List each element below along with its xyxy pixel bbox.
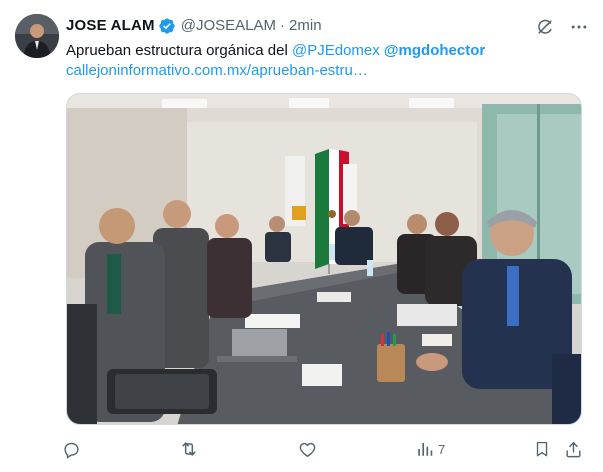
retweet-icon: [179, 439, 199, 459]
retweet-button[interactable]: [179, 438, 199, 460]
tweet-card[interactable]: JOSE ALAM @JOSEALAM · 2min Aprueban estr…: [0, 0, 603, 472]
separator-dot: ·: [280, 17, 286, 34]
more-icon[interactable]: [569, 17, 589, 37]
tweet-text: Aprueban estructura orgánica del @PJEdom…: [66, 41, 586, 81]
bookmark-button[interactable]: [533, 438, 551, 460]
mention-mgdohector[interactable]: @mgdohector: [384, 42, 485, 59]
share-icon: [564, 440, 583, 459]
tweet-text-prefix: Aprueban estructura orgánica del: [66, 42, 292, 59]
views-button[interactable]: 7: [416, 438, 445, 460]
mention-pjedomex[interactable]: @PJEdomex: [292, 42, 380, 59]
like-icon: [298, 440, 317, 459]
reply-icon: [62, 440, 81, 459]
tweet-actions-bar: 7: [62, 438, 590, 460]
grok-icon[interactable]: [535, 17, 555, 37]
tweet-photo[interactable]: [66, 93, 582, 425]
share-button[interactable]: [564, 438, 583, 460]
author-name[interactable]: JOSE ALAM: [66, 17, 155, 35]
tweet-header: JOSE ALAM @JOSEALAM · 2min: [66, 17, 322, 35]
bookmark-icon: [533, 440, 551, 458]
views-icon: [416, 440, 434, 458]
reply-button[interactable]: [62, 438, 81, 460]
article-link[interactable]: callejoninformativo.com.mx/aprueban-estr…: [66, 62, 368, 79]
like-button[interactable]: [298, 438, 317, 460]
author-handle[interactable]: @JOSEALAM: [181, 17, 276, 35]
tweet-top-actions: [535, 17, 589, 37]
views-count: 7: [438, 441, 446, 457]
tweet-timestamp[interactable]: 2min: [289, 17, 322, 35]
avatar[interactable]: [15, 14, 59, 58]
verified-badge-icon: [158, 17, 176, 35]
